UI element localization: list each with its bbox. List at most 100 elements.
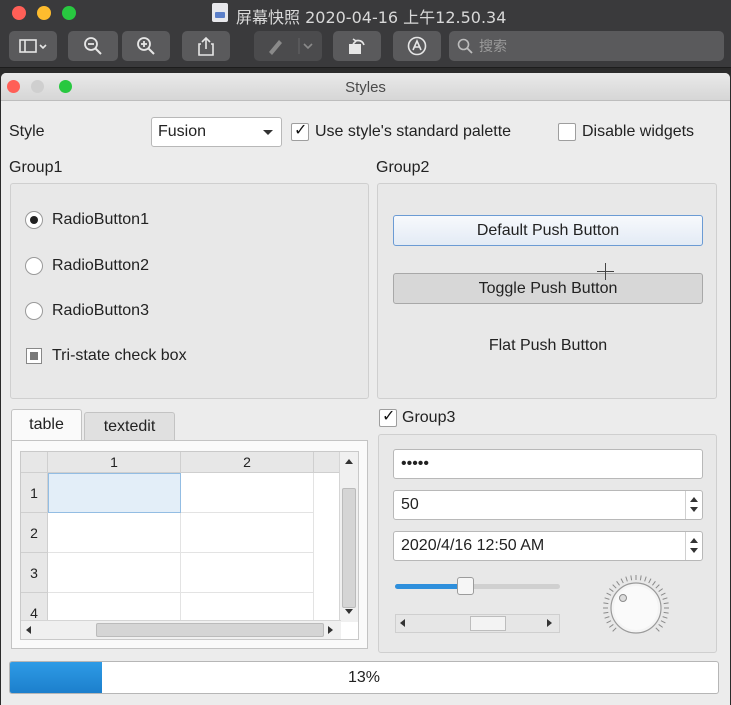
slider-handle[interactable] [457, 577, 474, 595]
styles-window-title: Styles [345, 79, 386, 96]
row-header-3[interactable]: 3 [21, 553, 48, 593]
table-corner [21, 452, 48, 473]
table-cell-r1-c1[interactable] [48, 473, 181, 513]
minimize-window-button[interactable] [37, 6, 51, 20]
progress-bar: 13% [9, 661, 719, 694]
zoom-out-icon [84, 37, 102, 55]
data-table[interactable]: 1 2 1 2 3 4 [20, 451, 359, 640]
outer-title-bar: 屏幕快照 2020-04-16 上午12.50.34 [0, 0, 731, 28]
group3-title: Group3 [402, 409, 456, 426]
radio-button-1-label: RadioButton1 [52, 211, 149, 228]
preview-toolbar: 搜索 [0, 28, 731, 68]
spin-up-icon[interactable] [690, 497, 698, 502]
outer-window-title: 屏幕快照 2020-04-16 上午12.50.34 [236, 8, 507, 27]
markup-button[interactable] [254, 31, 322, 61]
rotate-icon [349, 38, 365, 54]
spinbox-stepper[interactable] [685, 491, 702, 519]
table-cell-r2-c2[interactable] [181, 513, 314, 553]
horizontal-scroll-thumb[interactable] [96, 623, 324, 637]
share-icon [198, 36, 214, 56]
checkmark-icon: ✓ [294, 122, 308, 139]
spin-down-icon[interactable] [690, 548, 698, 553]
horizontal-scrollbar[interactable] [395, 614, 560, 633]
group1-title: Group1 [9, 159, 63, 176]
markup-pen-icon [269, 38, 313, 55]
spinbox-value: 50 [401, 496, 419, 513]
style-label: Style [9, 123, 45, 140]
rotate-button[interactable] [333, 31, 381, 61]
table-vertical-scrollbar[interactable] [339, 452, 358, 622]
number-spinbox[interactable]: 50 [393, 490, 703, 520]
radio-button-3[interactable] [25, 302, 43, 320]
crosshair-cursor-icon [597, 263, 614, 280]
horizontal-slider[interactable] [395, 577, 560, 595]
table-cell-r1-c2[interactable] [181, 473, 314, 513]
dial-knob[interactable] [601, 573, 671, 643]
zoom-in-icon [137, 37, 155, 55]
use-palette-label: Use style's standard palette [315, 123, 512, 140]
spin-up-icon[interactable] [690, 538, 698, 543]
scroll-left-arrow-icon[interactable] [400, 619, 405, 627]
radio-button-1[interactable] [25, 211, 43, 229]
zoom-window-button[interactable] [62, 6, 76, 20]
styles-title-bar: Styles [1, 73, 730, 101]
style-combo-value: Fusion [158, 123, 207, 140]
scroll-up-arrow-icon[interactable] [345, 459, 353, 464]
annotate-icon [407, 36, 427, 56]
styles-window: Styles Style Fusion ✓ Use style's standa… [1, 73, 730, 705]
spin-down-icon[interactable] [690, 507, 698, 512]
sidebar-icon [19, 39, 47, 53]
checkmark-icon: ✓ [382, 408, 396, 425]
scroll-right-arrow-icon[interactable] [328, 626, 333, 634]
tab-textedit[interactable]: textedit [84, 412, 175, 441]
annotate-button[interactable] [393, 31, 441, 61]
chevron-down-icon [263, 130, 273, 135]
group2-title: Group2 [376, 159, 430, 176]
column-header-2[interactable]: 2 [181, 452, 314, 473]
vertical-scroll-thumb[interactable] [342, 488, 356, 608]
sidebar-toggle-button[interactable] [9, 31, 57, 61]
datetime-stepper[interactable] [685, 532, 702, 560]
progress-text: 13% [347, 669, 381, 686]
slider-fill [395, 584, 461, 589]
search-icon [457, 38, 473, 54]
scroll-right-arrow-icon[interactable] [547, 619, 552, 627]
style-combo[interactable]: Fusion [151, 117, 282, 147]
search-field[interactable]: 搜索 [449, 31, 724, 61]
table-horizontal-scrollbar[interactable] [21, 620, 341, 639]
use-palette-checkbox[interactable]: ✓ [291, 122, 309, 141]
tab-table[interactable]: table [11, 409, 82, 441]
default-push-button[interactable]: Default Push Button [393, 215, 703, 246]
table-cell-r3-c1[interactable] [48, 553, 181, 593]
datetime-value: 2020/4/16 12:50 AM [401, 537, 545, 554]
disable-widgets-checkbox[interactable] [558, 123, 576, 141]
table-cell-r2-c1[interactable] [48, 513, 181, 553]
tristate-checkbox-label: Tri-state check box [52, 347, 187, 364]
table-cell-r3-c2[interactable] [181, 553, 314, 593]
zoom-out-button[interactable] [68, 31, 118, 61]
search-placeholder: 搜索 [479, 39, 507, 55]
row-header-1[interactable]: 1 [21, 473, 48, 513]
group3-checkbox[interactable]: ✓ [379, 408, 397, 427]
table-tab-panel: 1 2 1 2 3 4 [11, 440, 368, 649]
flat-push-button[interactable]: Flat Push Button [393, 331, 703, 362]
share-button[interactable] [182, 31, 230, 61]
group2-box: Default Push Button Toggle Push Button F… [377, 183, 717, 399]
document-icon [212, 3, 228, 22]
scroll-down-arrow-icon[interactable] [345, 609, 353, 614]
password-field[interactable]: ••••• [393, 449, 703, 479]
column-header-1[interactable]: 1 [48, 452, 181, 473]
tristate-checkbox[interactable] [26, 348, 42, 364]
radio-button-3-label: RadioButton3 [52, 302, 149, 319]
password-value: ••••• [401, 455, 430, 472]
scrollbar-thumb[interactable] [470, 616, 506, 631]
datetime-edit[interactable]: 2020/4/16 12:50 AM [393, 531, 703, 561]
disable-widgets-label: Disable widgets [582, 123, 695, 140]
scroll-left-arrow-icon[interactable] [26, 626, 31, 634]
toggle-push-button[interactable]: Toggle Push Button [393, 273, 703, 304]
zoom-in-button[interactable] [122, 31, 170, 61]
close-window-button[interactable] [12, 6, 26, 20]
column-header-filler [314, 452, 341, 473]
radio-button-2[interactable] [25, 257, 43, 275]
row-header-2[interactable]: 2 [21, 513, 48, 553]
